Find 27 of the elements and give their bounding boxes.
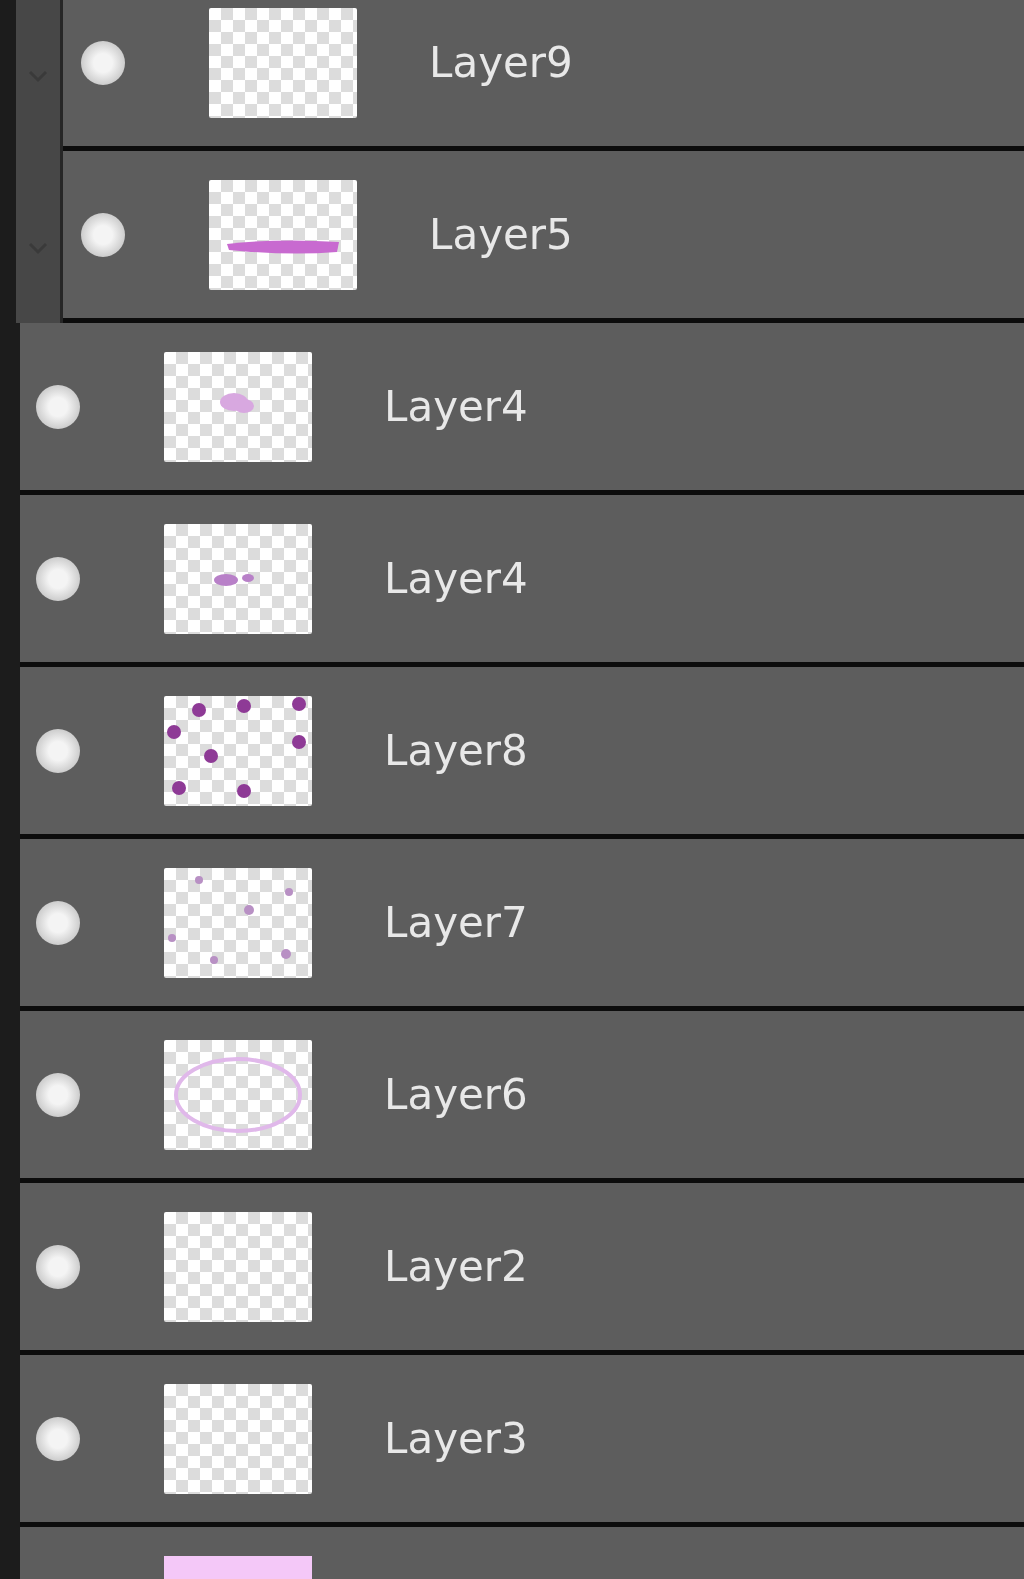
layer-row[interactable]: Layer7	[20, 839, 1024, 1011]
visibility-dot[interactable]	[36, 1072, 80, 1117]
layer-row[interactable]: Layer5	[63, 151, 1024, 323]
layer-row[interactable]: Layer3	[20, 1355, 1024, 1527]
layer-name: Layer4	[384, 382, 528, 431]
layer-name: Layer9	[429, 38, 573, 87]
visibility-dot[interactable]	[36, 1244, 80, 1289]
visibility-dot[interactable]	[81, 40, 125, 85]
layer-row[interactable]: Layer9	[63, 0, 1024, 151]
visibility-dot[interactable]	[36, 900, 80, 945]
layer-row[interactable]: Layer2	[20, 1183, 1024, 1355]
layer-name: Layer7	[384, 898, 528, 947]
visibility-dot[interactable]	[81, 212, 125, 257]
layer-row[interactable]: Layer8	[20, 667, 1024, 839]
layer-row[interactable]: Layer6	[20, 1011, 1024, 1183]
layer-name: Layer3	[384, 1414, 528, 1463]
layer-name: Layer2	[384, 1242, 528, 1291]
layer-name: Layer4	[384, 554, 528, 603]
visibility-dot[interactable]	[36, 728, 80, 773]
layer-name: Layer5	[429, 210, 573, 259]
layer-name: Layer6	[384, 1070, 528, 1119]
layer-name: Layer8	[384, 726, 528, 775]
visibility-dot[interactable]	[36, 1416, 80, 1461]
layer-row[interactable]: Layer4	[20, 323, 1024, 495]
visibility-dot[interactable]	[36, 556, 80, 601]
layer-row[interactable]: Layer4	[20, 495, 1024, 667]
visibility-dot[interactable]	[36, 384, 80, 429]
